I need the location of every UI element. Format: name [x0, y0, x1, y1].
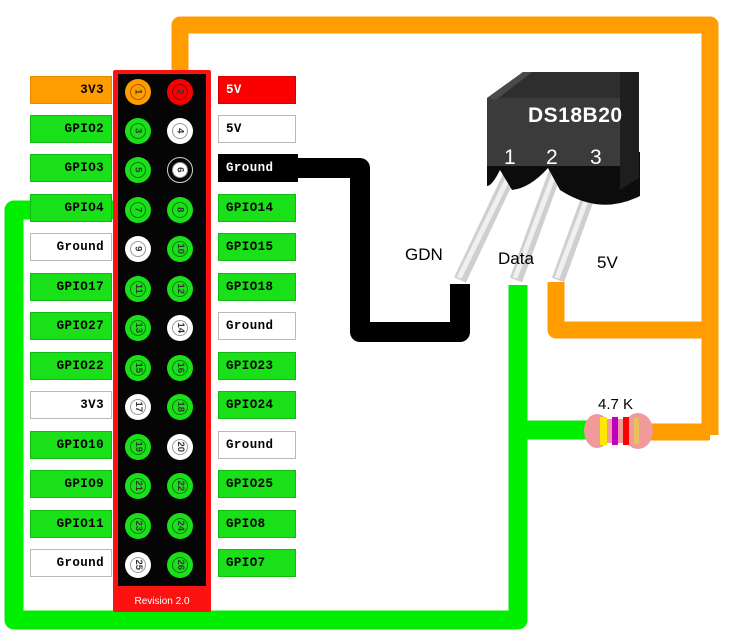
pin-14[interactable]: 14: [167, 315, 193, 341]
pin-24[interactable]: 24: [167, 513, 193, 539]
pin-22[interactable]: 22: [167, 473, 193, 499]
resistor-band-3: [623, 417, 629, 445]
wire-label-data: Data: [498, 249, 534, 268]
pin-label-right-6[interactable]: Ground: [218, 154, 298, 182]
resistor: [584, 413, 653, 449]
pin-label-left-9[interactable]: Ground: [30, 233, 112, 261]
resistor-value-label: 4.7 K: [598, 396, 634, 413]
pin-26[interactable]: 26: [167, 552, 193, 578]
pin-21[interactable]: 21: [125, 473, 151, 499]
pin-7[interactable]: 7: [125, 197, 151, 223]
pin-label-right-26[interactable]: GPIO7: [218, 549, 296, 577]
pin-label-left-7[interactable]: GPIO4: [30, 194, 112, 222]
pin-label-right-20[interactable]: Ground: [218, 431, 296, 459]
pin-label-right-14[interactable]: Ground: [218, 312, 296, 340]
pin-12[interactable]: 12: [167, 276, 193, 302]
pin-10[interactable]: 10: [167, 236, 193, 262]
pin-18[interactable]: 18: [167, 394, 193, 420]
pin-label-right-8[interactable]: GPIO14: [218, 194, 296, 222]
pin-3[interactable]: 3: [125, 118, 151, 144]
pin-label-left-11[interactable]: GPIO17: [30, 273, 112, 301]
pin-5[interactable]: 5: [125, 157, 151, 183]
pin-label-right-4[interactable]: 5V: [218, 115, 296, 143]
sensor-leg-number-3: 3: [590, 146, 602, 169]
pin-label-left-21[interactable]: GPIO9: [30, 470, 112, 498]
pin-1[interactable]: 1: [125, 79, 151, 105]
pin-label-right-10[interactable]: GPIO15: [218, 233, 296, 261]
sensor-part-number: DS18B20: [528, 104, 623, 127]
pin-23[interactable]: 23: [125, 513, 151, 539]
pin-label-left-15[interactable]: GPIO22: [30, 352, 112, 380]
pin-17[interactable]: 17: [125, 394, 151, 420]
pin-4[interactable]: 4: [167, 118, 193, 144]
pin-9[interactable]: 9: [125, 236, 151, 262]
sensor-leg-number-2: 2: [546, 146, 558, 169]
pin-8[interactable]: 8: [167, 197, 193, 223]
board-revision-text: Revision 2.0: [134, 596, 190, 607]
pin-label-right-2[interactable]: 5V: [218, 76, 296, 104]
pin-label-left-25[interactable]: Ground: [30, 549, 112, 577]
resistor-band-4: [634, 418, 639, 444]
pin-label-left-17[interactable]: 3V3: [30, 391, 112, 419]
resistor-band-2: [612, 417, 618, 445]
sensor-leg-number-1: 1: [504, 146, 516, 169]
pin-13[interactable]: 13: [125, 315, 151, 341]
pin-20[interactable]: 20: [167, 434, 193, 460]
pin-label-left-1[interactable]: 3V3: [30, 76, 112, 104]
pin-label-right-12[interactable]: GPIO18: [218, 273, 296, 301]
pin-label-right-24[interactable]: GPIO8: [218, 510, 296, 538]
pin-15[interactable]: 15: [125, 355, 151, 381]
pin-label-right-16[interactable]: GPIO23: [218, 352, 296, 380]
resistor-band-1: [600, 417, 607, 445]
wiring-diagram: 3V3 GPIO2 GPIO3 GPIO4 Ground GPIO17 GPIO…: [0, 0, 740, 640]
pin-label-left-13[interactable]: GPIO27: [30, 312, 112, 340]
pin-16[interactable]: 16: [167, 355, 193, 381]
wire-label-5v: 5V: [597, 253, 618, 272]
pin-6[interactable]: 6: [167, 157, 193, 183]
pin-label-right-18[interactable]: GPIO24: [218, 391, 296, 419]
pin-19[interactable]: 19: [125, 434, 151, 460]
raspberry-pi-board: Revision 2.0 1 3 5 7 9 11 13 15 17 19 21…: [113, 70, 211, 612]
pin-2[interactable]: 2: [167, 79, 193, 105]
pin-11[interactable]: 11: [125, 276, 151, 302]
pin-label-right-22[interactable]: GPIO25: [218, 470, 296, 498]
wire-label-gdn: GDN: [405, 245, 443, 264]
sensor-body-side: [620, 72, 639, 190]
pin-label-left-23[interactable]: GPIO11: [30, 510, 112, 538]
pin-label-left-5[interactable]: GPIO3: [30, 154, 112, 182]
pin-label-left-3[interactable]: GPIO2: [30, 115, 112, 143]
pin-25[interactable]: 25: [125, 552, 151, 578]
pin-label-left-19[interactable]: GPIO10: [30, 431, 112, 459]
